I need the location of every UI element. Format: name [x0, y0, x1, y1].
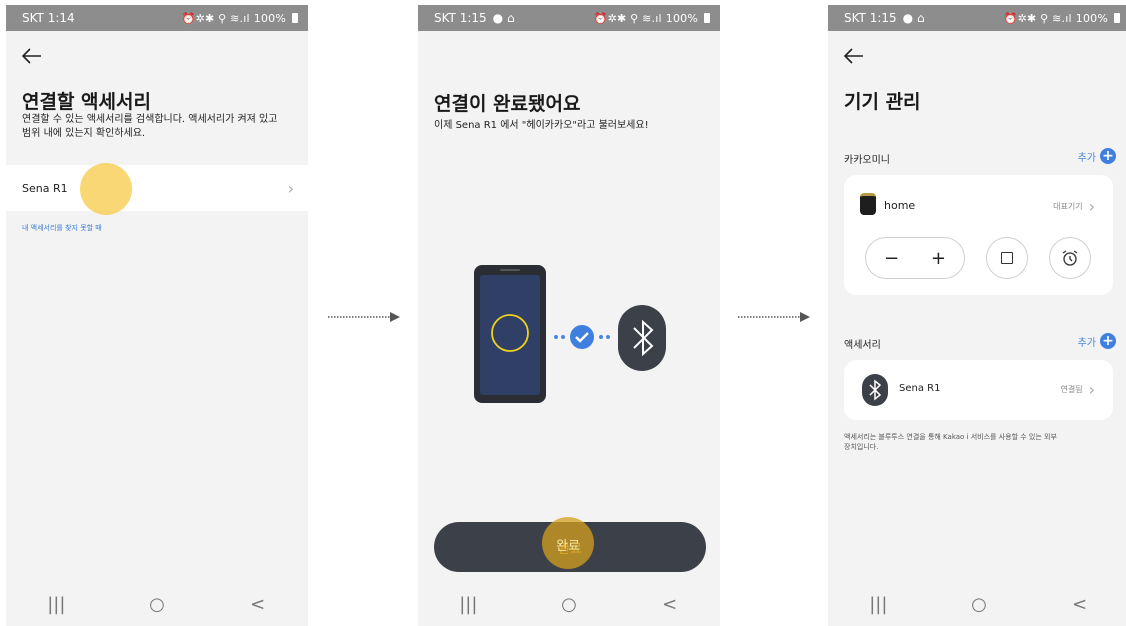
tap-indicator [80, 163, 132, 215]
back-button[interactable]: < [238, 589, 278, 619]
add-accessory-button[interactable]: 추가 + [1078, 333, 1116, 349]
stop-button[interactable] [986, 237, 1028, 279]
done-button-label-overlay: 완료 [556, 539, 580, 554]
status-bar: SKT 1:14 ⏰✲✱ ⚲ ≋.ıl 100% [6, 5, 308, 31]
page-title: 연결할 액세서리 [22, 91, 151, 113]
bluetooth-icon [862, 374, 888, 406]
battery-icon [1114, 13, 1120, 23]
chevron-right-icon: › [287, 178, 294, 198]
speaker-detail-link[interactable]: 대표기기 › [1053, 197, 1095, 216]
home-button[interactable]: ○ [549, 589, 589, 619]
page-subtitle: 이제 Sena R1 에서 "헤이카카오"라고 불러보세요! [434, 120, 649, 131]
speaker-name: home [884, 199, 916, 212]
help-link[interactable]: 내 액세서리를 찾지 못할 때 [22, 223, 102, 233]
back-arrow-icon[interactable] [20, 45, 44, 67]
add-kakaomini-button[interactable]: 추가 + [1078, 148, 1116, 164]
status-icons: ⏰✲✱ ⚲ ≋.ıl [593, 11, 662, 25]
back-button[interactable]: < [1060, 589, 1100, 619]
section-label-kakaomini: 카카오미니 [844, 155, 890, 166]
page-title: 연결이 완료됐어요 [434, 93, 581, 115]
screen-connection-complete: SKT 1:15 ● ⌂ ⏰✲✱ ⚲ ≋.ıl 100% 연결이 완료됐어요 이제 … [418, 5, 720, 626]
system-nav-bar: ||| ○ < [6, 582, 308, 626]
status-time: SKT 1:15 [434, 11, 487, 25]
battery-percent: 100% [1075, 11, 1108, 25]
battery-icon [704, 13, 710, 23]
status-bar: SKT 1:15 ● ⌂ ⏰✲✱ ⚲ ≋.ıl 100% [828, 5, 1126, 31]
recent-apps-button[interactable]: ||| [858, 589, 898, 619]
back-button[interactable]: < [650, 589, 690, 619]
accessory-list-item[interactable]: Sena R1 › [6, 165, 308, 211]
screen-select-accessory: SKT 1:14 ⏰✲✱ ⚲ ≋.ıl 100% 연결할 액세서리 연결할 수 있… [6, 5, 308, 626]
connected-check-icon [554, 325, 610, 349]
system-nav-bar: ||| ○ < [828, 582, 1126, 626]
system-nav-bar: ||| ○ < [418, 582, 720, 626]
chevron-right-icon: › [1088, 197, 1095, 216]
plus-icon: + [1100, 333, 1116, 349]
battery-icon [292, 13, 298, 23]
battery-percent: 100% [665, 11, 698, 25]
alarm-clock-icon [1062, 250, 1078, 266]
page-subtitle-line2: 범위 내에 있는지 확인하세요. [22, 128, 146, 139]
page-subtitle-line1: 연결할 수 있는 액세서리를 검색합니다. 액세서리가 켜져 있고 [22, 114, 278, 125]
status-bar: SKT 1:15 ● ⌂ ⏰✲✱ ⚲ ≋.ıl 100% [418, 5, 720, 31]
connection-status: 연결됨 [1060, 385, 1083, 394]
add-label: 추가 [1077, 152, 1096, 164]
status-time: SKT 1:14 [22, 11, 75, 25]
alarm-button[interactable] [1049, 237, 1091, 279]
recent-apps-button[interactable]: ||| [36, 589, 76, 619]
accessory-card[interactable]: Sena R1 연결됨 › [844, 360, 1113, 420]
recent-apps-button[interactable]: ||| [448, 589, 488, 619]
flow-arrow-icon [328, 312, 400, 322]
section-label-accessory: 액세서리 [844, 340, 881, 351]
battery-percent: 100% [253, 11, 286, 25]
screen-device-management: SKT 1:15 ● ⌂ ⏰✲✱ ⚲ ≋.ıl 100% 기기 관리 카카오미니 추… [828, 5, 1126, 626]
stop-icon [1001, 252, 1013, 264]
connection-illustration [474, 265, 666, 403]
home-button[interactable]: ○ [137, 589, 177, 619]
accessory-footnote: 액세서리는 블루투스 연결을 통해 Kakao i 서비스를 사용할 수 있는 … [844, 432, 1057, 452]
add-label: 추가 [1077, 337, 1096, 349]
volume-down-button[interactable]: − [884, 248, 899, 269]
volume-up-button[interactable]: + [931, 248, 946, 269]
status-extra-icons: ● ⌂ [492, 11, 515, 25]
accessory-name: Sena R1 [22, 181, 68, 195]
bluetooth-icon [618, 305, 666, 371]
chevron-right-icon: › [1088, 380, 1095, 399]
primary-device-badge: 대표기기 [1053, 202, 1083, 211]
footnote-line2: 장치입니다. [844, 443, 879, 451]
status-extra-icons: ● ⌂ [902, 11, 925, 25]
plus-icon: + [1100, 148, 1116, 164]
home-button[interactable]: ○ [959, 589, 999, 619]
status-time: SKT 1:15 [844, 11, 897, 25]
accessory-name: Sena R1 [899, 383, 941, 394]
page-title: 기기 관리 [844, 91, 921, 113]
status-icons: ⏰✲✱ ⚲ ≋.ıl [181, 11, 250, 25]
status-icons: ⏰✲✱ ⚲ ≋.ıl [1003, 11, 1072, 25]
phone-icon [474, 265, 546, 403]
flow-arrow-icon [738, 312, 810, 322]
volume-control: − + [865, 237, 965, 279]
footnote-line1: 액세서리는 블루투스 연결을 통해 Kakao i 서비스를 사용할 수 있는 … [844, 433, 1057, 441]
back-arrow-icon[interactable] [842, 45, 866, 67]
speaker-icon [860, 193, 876, 215]
